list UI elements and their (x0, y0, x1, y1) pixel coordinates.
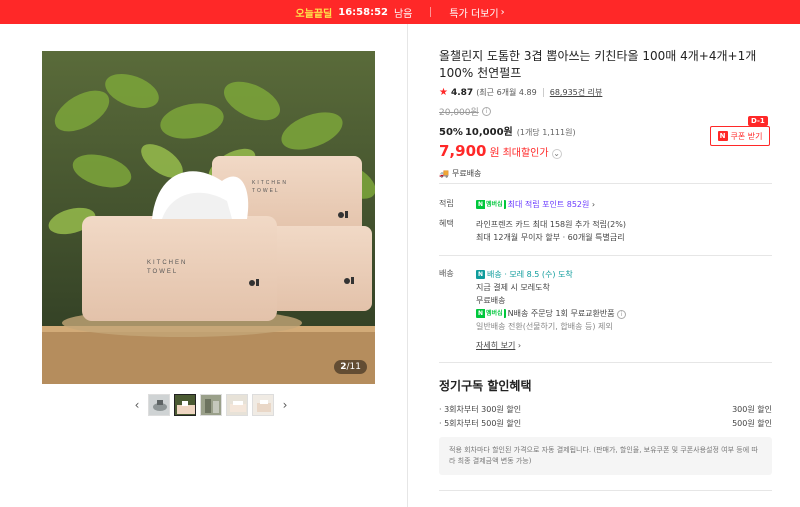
delivery-line-4: 일반배송 전환(선물하기, 합배송 등) 제외 (476, 322, 613, 331)
npay-membership-badge-2: N 멤버십 (476, 307, 506, 320)
delivery-label: 배송 (439, 269, 454, 278)
shipping-label: 무료배송 (451, 169, 482, 178)
box-text-towel-2: TOWEL (252, 188, 280, 194)
max-discount-price: 7,900 (439, 142, 487, 160)
shipping-row: 🚚 무료배송 (439, 168, 772, 179)
subscription-row-1: · 3회차부터 300원 할인 300원 할인 (439, 404, 772, 415)
max-discount-won: 원 (489, 146, 500, 159)
delivery-more-wrap: 자세히 보기 › (476, 339, 772, 352)
box-text-kitchen-2: KITCHEN (252, 180, 288, 186)
chevron-right-icon: › (591, 200, 596, 209)
subscription-row-1-left: · 3회차부터 300원 할인 (439, 405, 522, 414)
benefit-line-1: 라인프렌즈 카드 최대 158원 추가 적립(2%) (476, 220, 626, 229)
subscription-row-1-right: 300원 할인 (732, 405, 772, 414)
points-label: 적립 (439, 199, 454, 208)
thumbnail-2[interactable] (174, 394, 196, 416)
n-delivery-n: N (478, 271, 484, 278)
delivery-line-2: 무료배송 (476, 296, 506, 305)
chevron-right-icon: › (500, 6, 505, 18)
max-discount-label: 최대할인가 (502, 148, 549, 159)
delivery-values: N 배송 · 모레 8.5 (수) 도착 지금 결제 시 모레도착 무료배송 N멤… (476, 268, 772, 352)
arrival-brand: 배송 (487, 270, 502, 279)
deal-banner[interactable]: 오늘끝딜 16:58:52 남음 특가 더보기 › (0, 0, 800, 24)
thumbnail-5[interactable] (252, 394, 274, 416)
subscription-title: 정기구독 할인혜택 (439, 379, 532, 393)
banner-divider (430, 7, 432, 17)
benefit-values: 라인프렌즈 카드 최대 158원 추가 적립(2%) 최대 12개월 무이자 할… (476, 218, 772, 244)
original-price: 20,000원 (439, 108, 479, 118)
thumb-next-button[interactable]: › (278, 393, 292, 417)
npay-plus-2: 멤버십 (485, 307, 504, 320)
rating-row: ★ 4.87 (최근 6개월 4.89 68,935건 리뷰 (439, 87, 772, 98)
truck-icon: 🚚 (439, 169, 449, 178)
more-deals-link[interactable]: 특가 더보기 › (449, 5, 504, 20)
product-main-image[interactable]: KITCHEN TOWEL KITCHEN TOWEL 2/11 (42, 51, 375, 384)
countdown-time: 16:58:52 (338, 6, 388, 18)
image-counter-total: /11 (346, 362, 361, 372)
box-text-towel: TOWEL (147, 269, 178, 275)
coupon-dday-badge: D-1 (748, 116, 768, 126)
subscription-row-2: · 5회차부터 500원 할인 500원 할인 (439, 418, 772, 429)
product-title: 올챌린지 도톰한 3겹 뽑아쓰는 키친타올 100매 4개+4개+1개 100%… (439, 49, 757, 80)
discount-price: 10,000원 (464, 127, 513, 138)
npay-membership-badge: N 멤버십 (476, 198, 506, 211)
rating-score: 4.87 (450, 87, 474, 98)
npay-plus: 멤버십 (485, 198, 504, 211)
benefit-label: 혜택 (439, 219, 454, 228)
arrival-line: N 배송 · 모레 8.5 (수) 도착 (476, 268, 772, 281)
delivery-row: 배송 N 배송 · 모레 8.5 (수) 도착 지금 결제 시 모레도착 무료배송… (439, 268, 772, 353)
box-text-kitchen: KITCHEN (147, 260, 187, 266)
more-deals-label: 특가 더보기 (449, 8, 499, 20)
divider-4 (439, 490, 772, 491)
original-price-row: 20,000원 i (439, 105, 772, 118)
coupon-n-icon: N (717, 131, 728, 141)
deal-brand: 오늘끝딜 (295, 8, 333, 20)
subscription-notice: 적용 회차마다 할인된 가격으로 자동 결제됩니다. (판매가, 할인율, 보유… (439, 437, 772, 475)
points-value[interactable]: 최대 적립 포인트 852원 (508, 200, 590, 209)
info-icon[interactable]: i (617, 310, 627, 319)
chevron-right-icon: › (517, 341, 522, 350)
subscription-row-2-left: · 5회차부터 500원 할인 (439, 419, 522, 428)
countdown-suffix: 남음 (393, 8, 413, 20)
delivery-line-3-wrap: N 멤버십 N배송 주문당 1회 무료교환반품 i (476, 307, 772, 320)
points-row: 적립 N 멤버십 최대 적립 포인트 852원 › (439, 198, 772, 212)
rating-detail: (최근 6개월 4.89 (476, 88, 537, 97)
divider-2 (439, 255, 772, 256)
thumbnail-1[interactable] (148, 394, 170, 416)
npay-n: N (478, 201, 484, 208)
info-icon[interactable]: i (481, 107, 491, 116)
star-icon: ★ (439, 87, 448, 98)
thumbnail-4[interactable] (226, 394, 248, 416)
points-value-wrap: N 멤버십 최대 적립 포인트 852원 › (476, 198, 772, 211)
image-counter: 2/11 (334, 360, 367, 374)
subscription-row-2-right: 500원 할인 (732, 419, 772, 428)
unit-price: (1개당 1,111원) (516, 128, 576, 137)
delivery-line-3: N배송 주문당 1회 무료교환반품 (507, 309, 615, 318)
chevron-down-icon[interactable]: ⌄ (551, 148, 562, 159)
thumbnail-3[interactable] (200, 394, 222, 416)
thumb-prev-button[interactable]: ‹ (130, 393, 144, 417)
benefit-row: 혜택 라인프렌즈 카드 최대 158원 추가 적립(2%) 최대 12개월 무이… (439, 218, 772, 246)
product-summary: 올챌린지 도톰한 3겹 뽑아쓰는 키친타올 100매 4개+4개+1개 100%… (439, 48, 772, 179)
rating-divider (542, 88, 544, 97)
delivery-more-link[interactable]: 자세히 보기 (476, 341, 515, 350)
npay-n-2: N (478, 310, 484, 317)
arrival-text: · 모레 8.5 (수) 도착 (504, 270, 573, 279)
product-photo: KITCHEN TOWEL KITCHEN TOWEL (42, 51, 375, 384)
discount-percent: 50% (439, 127, 463, 138)
benefit-line-2: 최대 12개월 무이자 할부 · 60개월 특별금리 (476, 233, 625, 242)
delivery-line-1: 지금 결제 시 모레도착 (476, 283, 550, 292)
coupon-label: 쿠폰 받기 (730, 131, 763, 141)
column-divider (407, 24, 408, 507)
divider-1 (439, 183, 772, 184)
review-count-link[interactable]: 68,935건 리뷰 (550, 87, 603, 98)
divider-3 (439, 362, 772, 363)
thumbnail-strip: ‹ › (130, 393, 292, 417)
n-delivery-badge: N (476, 270, 486, 279)
coupon-button[interactable]: N 쿠폰 받기 (710, 126, 770, 146)
